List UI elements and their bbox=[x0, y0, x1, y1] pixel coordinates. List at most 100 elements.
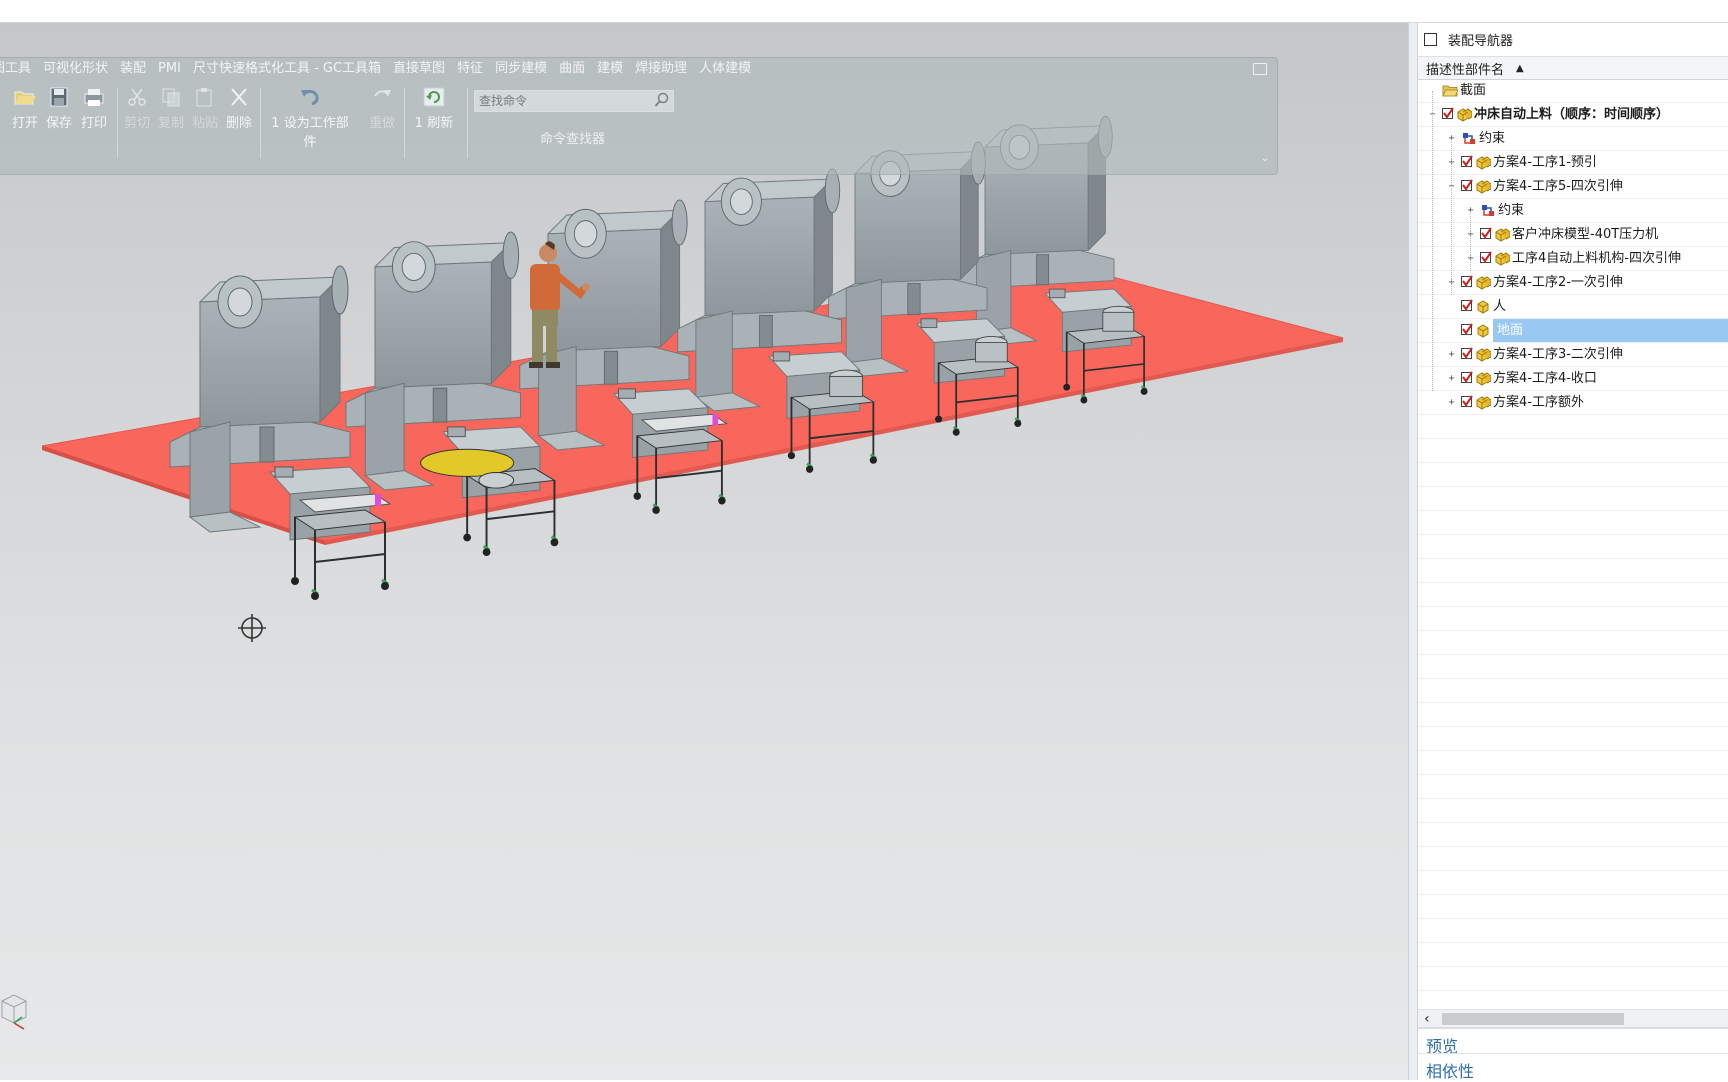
empty-row bbox=[1418, 967, 1728, 991]
tree-row[interactable]: + 方案4-工序2-一次引伸 bbox=[1418, 271, 1728, 295]
preview-section[interactable]: 预览 bbox=[1418, 1027, 1728, 1056]
empty-row bbox=[1418, 703, 1728, 727]
tree-row[interactable]: + 方案4-工序4-收口 bbox=[1418, 367, 1728, 391]
ribbon-separator bbox=[260, 88, 261, 158]
empty-row bbox=[1418, 895, 1728, 919]
navigator-pin-checkbox[interactable] bbox=[1424, 32, 1437, 46]
assembly-icon bbox=[1494, 251, 1511, 266]
cut-button[interactable]: 剪切 bbox=[120, 86, 154, 131]
empty-row bbox=[1418, 463, 1728, 487]
expand-icon[interactable]: + bbox=[1447, 398, 1456, 408]
paste-label: 粘贴 bbox=[191, 116, 218, 131]
print-button[interactable]: 打印 bbox=[77, 86, 111, 131]
tree-row-label: 方案4-工序5-四次引伸 bbox=[1493, 179, 1623, 194]
sort-ascending-icon[interactable]: ▲ bbox=[1516, 63, 1524, 74]
visibility-checkbox[interactable] bbox=[1461, 155, 1473, 167]
assembly-icon bbox=[1456, 107, 1473, 122]
ribbon-tab[interactable]: 焊接助理 bbox=[629, 58, 693, 80]
horizontal-scrollbar[interactable]: ‹ bbox=[1418, 1009, 1728, 1028]
ribbon-tab[interactable]: 装配 bbox=[114, 58, 152, 80]
tree-row-label: 工序4自动上料机构-四次引伸 bbox=[1512, 251, 1681, 266]
set-work-part-label: 设为工作部件 bbox=[283, 116, 349, 150]
tree-row[interactable]: + 工序4自动上料机构-四次引伸 bbox=[1418, 247, 1728, 271]
open-button[interactable]: 打开 bbox=[8, 86, 42, 131]
ribbon-tab[interactable]: 特征 bbox=[451, 58, 489, 80]
tree-row[interactable]: + 方案4-工序额外 bbox=[1418, 391, 1728, 415]
empty-row bbox=[1418, 535, 1728, 559]
delete-button[interactable]: 删除 bbox=[222, 86, 256, 131]
ribbon-body: 打开 保存 打印 剪切 复制 粘贴 删除 1 设为工作部件 重做 1 刷新 查找… bbox=[0, 82, 1277, 168]
tree-row-label: 人 bbox=[1493, 299, 1507, 314]
empty-row bbox=[1418, 583, 1728, 607]
constraint-icon bbox=[1461, 131, 1477, 146]
visibility-checkbox[interactable] bbox=[1480, 227, 1492, 239]
copy-button[interactable]: 复制 bbox=[154, 86, 188, 131]
tree-row[interactable]: 人 bbox=[1418, 295, 1728, 319]
tree-row[interactable]: − 冲床自动上料（顺序：时间顺序） bbox=[1418, 103, 1728, 127]
dependencies-section[interactable]: 相依性 bbox=[1418, 1053, 1728, 1081]
visibility-checkbox[interactable] bbox=[1461, 179, 1473, 191]
tree-row[interactable]: − 方案4-工序5-四次引伸 bbox=[1418, 175, 1728, 199]
expand-icon[interactable]: + bbox=[1447, 350, 1456, 360]
graphics-viewport[interactable]: 图工具可视化形状装配PMI尺寸快速格式化工具 - GC工具箱直接草图特征同步建模… bbox=[0, 23, 1408, 1080]
ribbon-separator bbox=[117, 88, 118, 158]
ribbon-tab[interactable]: 同步建模 bbox=[489, 58, 553, 80]
empty-row bbox=[1418, 487, 1728, 511]
assembly-3d-scene bbox=[41, 115, 1344, 600]
refresh-icon bbox=[423, 87, 445, 107]
redo-button[interactable]: 重做 bbox=[365, 86, 399, 131]
refresh-prefix: 1 bbox=[414, 116, 424, 131]
assembly-icon bbox=[1475, 275, 1492, 290]
ribbon-tab[interactable]: 图工具 bbox=[0, 58, 37, 80]
ribbon-tab[interactable]: PMI bbox=[152, 58, 187, 80]
visibility-checkbox[interactable] bbox=[1461, 323, 1473, 335]
ribbon-tab[interactable]: 人体建模 bbox=[693, 58, 757, 80]
empty-row bbox=[1418, 823, 1728, 847]
command-search-input[interactable] bbox=[474, 90, 674, 112]
assembly-icon bbox=[1475, 347, 1492, 362]
visibility-checkbox[interactable] bbox=[1461, 347, 1473, 359]
visibility-checkbox[interactable] bbox=[1480, 251, 1492, 263]
visibility-checkbox[interactable] bbox=[1461, 275, 1473, 287]
assembly-navigator-panel: 装配导航器 描述性部件名 ▲ 截面 − 冲床自动上料（顺序：时间顺序） + 约束 + 方案4… bbox=[1418, 23, 1728, 1081]
visibility-checkbox[interactable] bbox=[1461, 299, 1473, 311]
tree-row[interactable]: 截面 bbox=[1418, 79, 1728, 103]
scrollbar-thumb[interactable] bbox=[1442, 1013, 1624, 1025]
tree-row[interactable]: + 客户冲床模型-40T压力机 bbox=[1418, 223, 1728, 247]
column-header[interactable]: 描述性部件名 ▲ bbox=[1418, 56, 1728, 80]
tree-row[interactable]: 地面 bbox=[1418, 319, 1728, 343]
ribbon-tab[interactable]: 尺寸快速格式化工具 - GC工具箱 bbox=[187, 58, 387, 80]
refresh-button[interactable]: 1 刷新 bbox=[408, 86, 460, 131]
tree-row[interactable]: + 方案4-工序3-二次引伸 bbox=[1418, 343, 1728, 367]
expand-icon[interactable]: + bbox=[1447, 374, 1456, 384]
ribbon-restore-icon[interactable] bbox=[1253, 63, 1267, 75]
save-button[interactable]: 保存 bbox=[42, 86, 76, 131]
navigator-title: 装配导航器 bbox=[1448, 33, 1514, 49]
tree-row-label: 约束 bbox=[1498, 203, 1525, 218]
assembly-icon bbox=[1475, 371, 1492, 386]
ribbon-tab[interactable]: 建模 bbox=[591, 58, 629, 80]
ribbon-tab[interactable]: 曲面 bbox=[553, 58, 591, 80]
panel-splitter[interactable] bbox=[1408, 23, 1418, 1080]
ribbon-tab[interactable]: 直接草图 bbox=[387, 58, 451, 80]
ribbon-expand-chevron-icon[interactable]: ⌄ bbox=[1261, 153, 1269, 164]
visibility-checkbox[interactable] bbox=[1461, 371, 1473, 383]
set-work-part-button[interactable]: 1 设为工作部件 bbox=[265, 86, 355, 150]
title-bar bbox=[0, 0, 1728, 23]
view-triad-icon bbox=[1, 994, 27, 1030]
ribbon-separator bbox=[467, 88, 468, 158]
visibility-checkbox[interactable] bbox=[1461, 395, 1473, 407]
scroll-left-chevron-icon[interactable]: ‹ bbox=[1424, 1010, 1430, 1028]
tree-row-label: 方案4-工序额外 bbox=[1493, 395, 1584, 410]
tree-row[interactable]: + 约束 bbox=[1418, 199, 1728, 223]
tree-row-label: 冲床自动上料（顺序：时间顺序） bbox=[1474, 107, 1670, 122]
visibility-checkbox[interactable] bbox=[1442, 107, 1454, 119]
save-disk-icon bbox=[50, 87, 68, 107]
tree-row-label: 地面 bbox=[1493, 319, 1728, 342]
search-icon[interactable] bbox=[654, 92, 670, 108]
ribbon-tab[interactable]: 可视化形状 bbox=[37, 58, 114, 80]
tree-row[interactable]: + 约束 bbox=[1418, 127, 1728, 151]
paste-button[interactable]: 粘贴 bbox=[188, 86, 222, 131]
empty-row bbox=[1418, 943, 1728, 967]
tree-row[interactable]: + 方案4-工序1-预引 bbox=[1418, 151, 1728, 175]
